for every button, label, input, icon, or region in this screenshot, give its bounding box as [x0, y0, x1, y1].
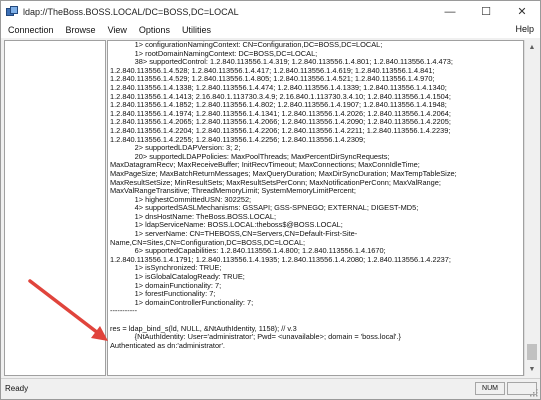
menu-options[interactable]: Options [133, 25, 176, 35]
window-controls: — ☐ ✕ [432, 1, 540, 22]
output-line: Authenticated as dn:'administrator'. [110, 340, 225, 350]
status-ready: Ready [5, 384, 29, 393]
output-pane[interactable]: 1> configurationNamingContext: CN=Config… [107, 40, 524, 376]
menu-help[interactable]: Help [515, 24, 534, 34]
close-button[interactable]: ✕ [504, 1, 540, 22]
window-title: ldap://TheBoss.BOSS.LOCAL/DC=BOSS,DC=LOC… [23, 6, 239, 17]
status-bar: Ready NUM [1, 378, 540, 399]
minimize-button[interactable]: — [432, 1, 468, 22]
ldp-window: ldap://TheBoss.BOSS.LOCAL/DC=BOSS,DC=LOC… [0, 0, 541, 400]
vertical-scrollbar[interactable]: ▲ ▼ [524, 40, 538, 376]
menu-utilities[interactable]: Utilities [176, 25, 217, 35]
output-line: ----------- [110, 306, 138, 316]
menu-connection[interactable]: Connection [1, 25, 60, 35]
scroll-thumb[interactable] [527, 344, 537, 360]
menu-browse[interactable]: Browse [60, 25, 102, 35]
ldp-app-icon [6, 5, 18, 18]
tree-view-pane[interactable] [4, 40, 106, 376]
output-text: 1> configurationNamingContext: CN=Config… [110, 41, 523, 350]
scroll-down-icon[interactable]: ▼ [525, 362, 539, 376]
scroll-up-icon[interactable]: ▲ [525, 40, 539, 54]
maximize-button[interactable]: ☐ [468, 1, 504, 22]
output-line: 1> domainControllerFunctionality: 7; [110, 297, 254, 307]
resize-grip-icon[interactable] [530, 389, 538, 397]
title-bar[interactable]: ldap://TheBoss.BOSS.LOCAL/DC=BOSS,DC=LOC… [1, 1, 540, 22]
menu-view[interactable]: View [102, 25, 133, 35]
menu-bar: Connection Browse View Options Utilities… [1, 22, 540, 38]
status-num-lock: NUM [475, 382, 505, 395]
